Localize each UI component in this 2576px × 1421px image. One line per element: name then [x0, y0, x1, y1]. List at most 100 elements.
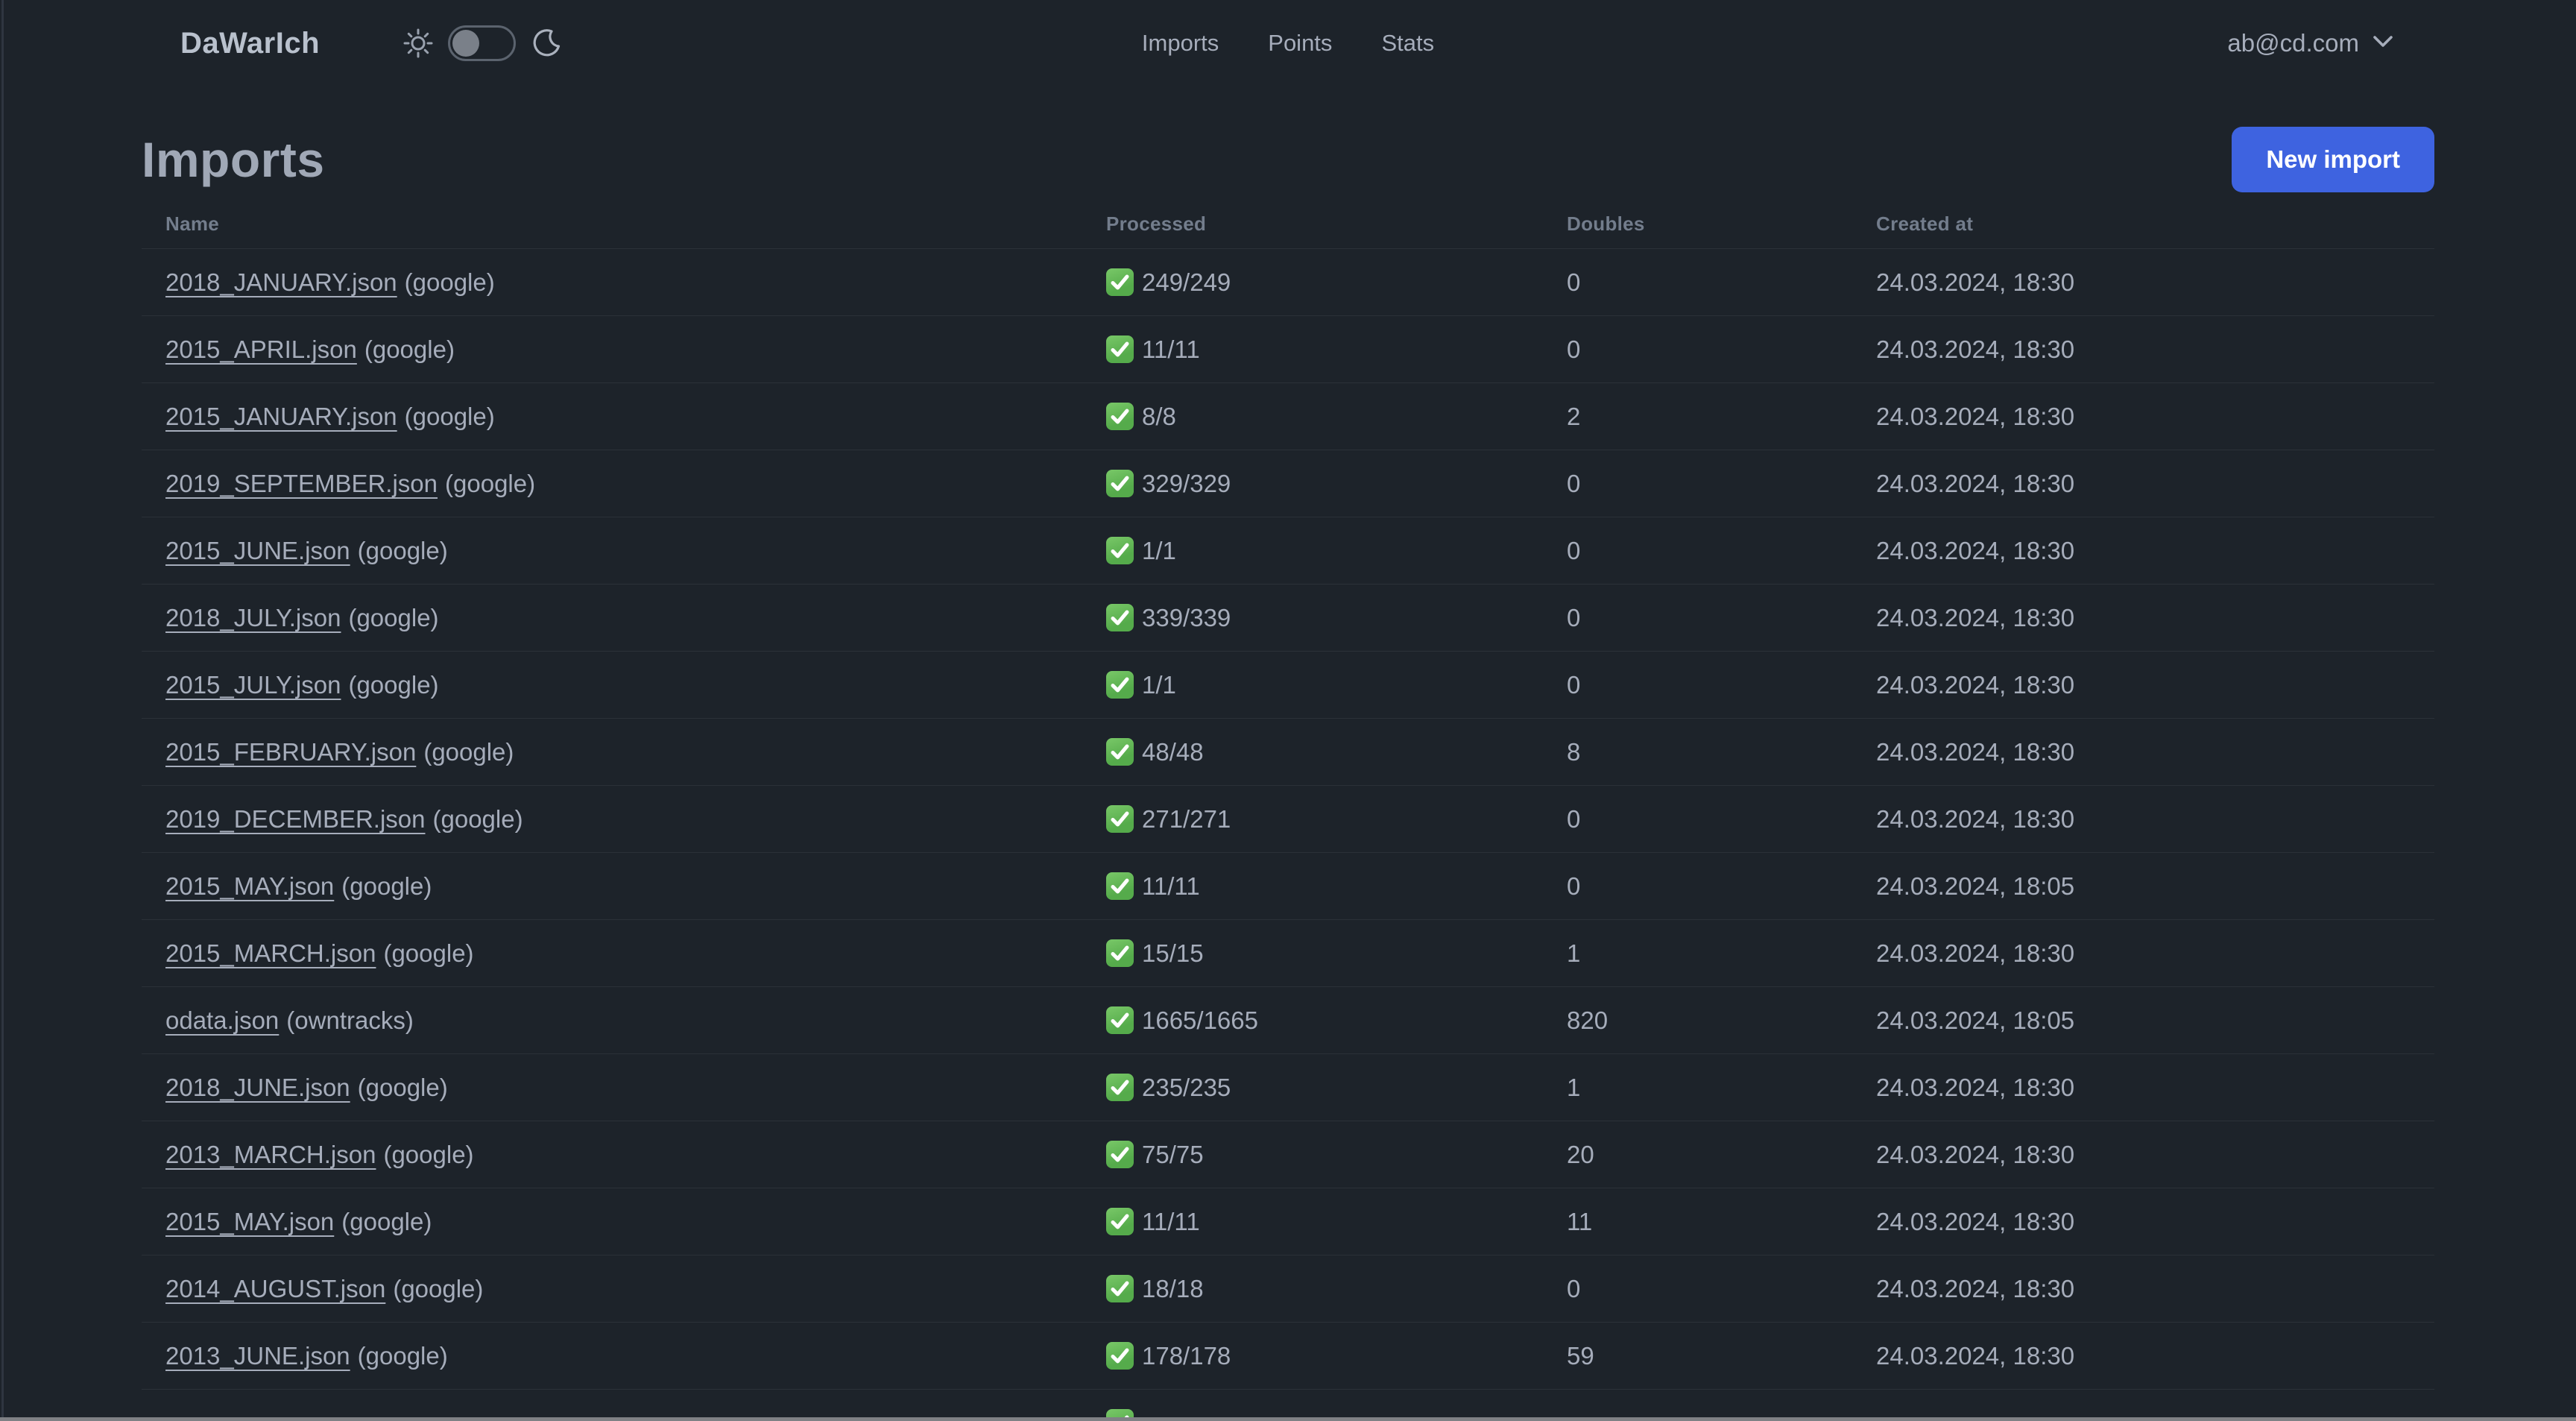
- check-mark-icon: [1106, 738, 1134, 766]
- doubles-count: 1: [1567, 939, 1581, 967]
- table-row: 2013_MARCH.json (google) 75/75 20 24.03.2…: [142, 1121, 2434, 1188]
- nav-link-imports[interactable]: Imports: [1142, 30, 1219, 57]
- nav-link-stats[interactable]: Stats: [1381, 30, 1434, 57]
- check-mark-icon: [1106, 335, 1134, 363]
- check-mark-icon: [1106, 604, 1134, 631]
- imports-table: Name Processed Doubles Created at 2018_J…: [142, 200, 2434, 1421]
- import-file-link[interactable]: 2015_JUNE.json: [165, 537, 350, 564]
- doubles-count: 1: [1567, 1073, 1581, 1101]
- doubles-count: 820: [1567, 1006, 1609, 1034]
- table-row: 2015_JUNE.json (google) 1/1 0 24.03.2024,…: [142, 517, 2434, 584]
- doubles-count: 0: [1567, 469, 1581, 497]
- created-at: 24.03.2024, 18:30: [1876, 1073, 2075, 1101]
- created-at: 24.03.2024, 18:05: [1876, 1006, 2075, 1034]
- import-file-link[interactable]: 2019_SEPTEMBER.json: [165, 470, 438, 497]
- page-title: Imports: [142, 132, 325, 187]
- doubles-count: 0: [1567, 1274, 1581, 1302]
- processed-count: 235/235: [1142, 1073, 1231, 1101]
- column-header-processed: Processed: [1106, 212, 1207, 235]
- import-source: (google): [423, 737, 514, 766]
- sun-icon: [403, 28, 433, 58]
- main-navigation: Imports Points Stats: [1142, 30, 1434, 57]
- created-at: 24.03.2024, 18:30: [1876, 469, 2075, 497]
- theme-switch[interactable]: [448, 25, 517, 61]
- table-row: 2019_SEPTEMBER.json (google) 329/329 0 24…: [142, 450, 2434, 517]
- theme-toggle-group: [403, 25, 562, 61]
- processed-count: 329/329: [1142, 469, 1231, 497]
- user-menu[interactable]: ab@cd.com: [2227, 29, 2393, 57]
- import-file-link[interactable]: 2013_JUNE.json: [165, 1342, 350, 1370]
- created-at: 24.03.2024, 18:30: [1876, 603, 2075, 631]
- import-file-link[interactable]: 2015_JANUARY.json: [165, 403, 397, 430]
- table-row: odata.json (owntracks) 1665/1665 820 24.0…: [142, 986, 2434, 1053]
- table-row: 2014_AUGUST.json (google) 18/18 0 24.03.2…: [142, 1255, 2434, 1322]
- import-file-link[interactable]: 2015_FEBRUARY.json: [165, 738, 416, 766]
- import-source: (google): [404, 268, 495, 296]
- created-at: 24.03.2024, 18:30: [1876, 737, 2075, 766]
- processed-count: 8/8: [1142, 402, 1176, 430]
- import-file-link[interactable]: 2015_MAY.json: [165, 1208, 334, 1235]
- check-mark-icon: [1106, 1208, 1134, 1235]
- processed-count: 18/18: [1142, 1274, 1204, 1302]
- import-file-link[interactable]: 2018_JUNE.json: [165, 1074, 350, 1101]
- page-header: Imports New import: [142, 127, 2434, 192]
- import-source: (google): [404, 402, 495, 430]
- table-row: 2015_MAY.json (google) 11/11 0 24.03.2024…: [142, 852, 2434, 919]
- import-file-link[interactable]: 2015_JULY.json: [165, 671, 341, 699]
- import-source: (google): [341, 872, 432, 900]
- check-mark-icon: [1106, 1006, 1134, 1034]
- import-file-link[interactable]: 2014_AUGUST.json: [165, 1275, 385, 1302]
- import-file-link[interactable]: 2019_DECEMBER.json: [165, 805, 426, 833]
- table-row: 2018_JANUARY.json (google) 249/249 0 24.0…: [142, 248, 2434, 315]
- new-import-button[interactable]: New import: [2232, 127, 2434, 192]
- import-source: (google): [445, 469, 536, 497]
- check-mark-icon: [1106, 1342, 1134, 1370]
- table-row: 2018_JUNE.json (google) 235/235 1 24.03.2…: [142, 1053, 2434, 1121]
- import-source: (google): [348, 670, 439, 699]
- processed-count: 11/11: [1142, 1207, 1200, 1235]
- table-row: 2015_FEBRUARY.json (google) 48/48 8 24.03…: [142, 718, 2434, 785]
- column-header-doubles: Doubles: [1567, 212, 1645, 235]
- check-mark-icon: [1106, 805, 1134, 833]
- table-body: 2018_JANUARY.json (google) 249/249 0 24.0…: [142, 248, 2434, 1421]
- doubles-count: 0: [1567, 335, 1581, 363]
- import-file-link[interactable]: 2018_JANUARY.json: [165, 268, 397, 296]
- theme-switch-knob: [452, 30, 480, 57]
- created-at: 24.03.2024, 18:05: [1876, 872, 2075, 900]
- imports-page: Imports New import Name Processed Double…: [0, 127, 2576, 1421]
- doubles-count: 59: [1567, 1341, 1594, 1370]
- created-at: 24.03.2024, 18:30: [1876, 670, 2075, 699]
- import-source: (google): [383, 939, 474, 967]
- doubles-count: 8: [1567, 737, 1581, 766]
- import-source: (google): [357, 536, 448, 564]
- top-navbar: DaWarIch Imports Points Stats ab@cd.com: [0, 0, 2576, 86]
- table-header-row: Name Processed Doubles Created at: [142, 200, 2434, 248]
- doubles-count: 0: [1567, 804, 1581, 833]
- created-at: 24.03.2024, 18:30: [1876, 1341, 2075, 1370]
- import-file-link[interactable]: 2018_JULY.json: [165, 604, 341, 631]
- table-row: 2015_APRIL.json (google) 11/11 0 24.03.20…: [142, 315, 2434, 382]
- processed-count: 48/48: [1142, 737, 1204, 766]
- processed-count: 1665/1665: [1142, 1006, 1258, 1034]
- processed-count: 339/339: [1142, 603, 1231, 631]
- check-mark-icon: [1106, 1275, 1134, 1302]
- check-mark-icon: [1106, 537, 1134, 564]
- import-file-link[interactable]: odata.json: [165, 1006, 279, 1034]
- import-source: (google): [357, 1341, 448, 1370]
- moon-icon: [531, 28, 562, 59]
- import-file-link[interactable]: 2015_MARCH.json: [165, 939, 376, 967]
- app-logo[interactable]: DaWarIch: [180, 27, 320, 60]
- import-source: (google): [341, 1207, 432, 1235]
- chevron-down-icon: [2373, 35, 2393, 52]
- doubles-count: 0: [1567, 603, 1581, 631]
- created-at: 24.03.2024, 18:30: [1876, 1207, 2075, 1235]
- import-file-link[interactable]: 2013_MARCH.json: [165, 1141, 376, 1168]
- processed-count: 75/75: [1142, 1140, 1204, 1168]
- processed-count: 249/249: [1142, 268, 1231, 296]
- check-mark-icon: [1106, 470, 1134, 497]
- import-file-link[interactable]: 2015_MAY.json: [165, 872, 334, 900]
- nav-link-points[interactable]: Points: [1268, 30, 1332, 57]
- import-file-link[interactable]: 2015_APRIL.json: [165, 335, 357, 363]
- import-source: (google): [364, 335, 455, 363]
- table-row: 2015_MARCH.json (google) 15/15 1 24.03.20…: [142, 919, 2434, 986]
